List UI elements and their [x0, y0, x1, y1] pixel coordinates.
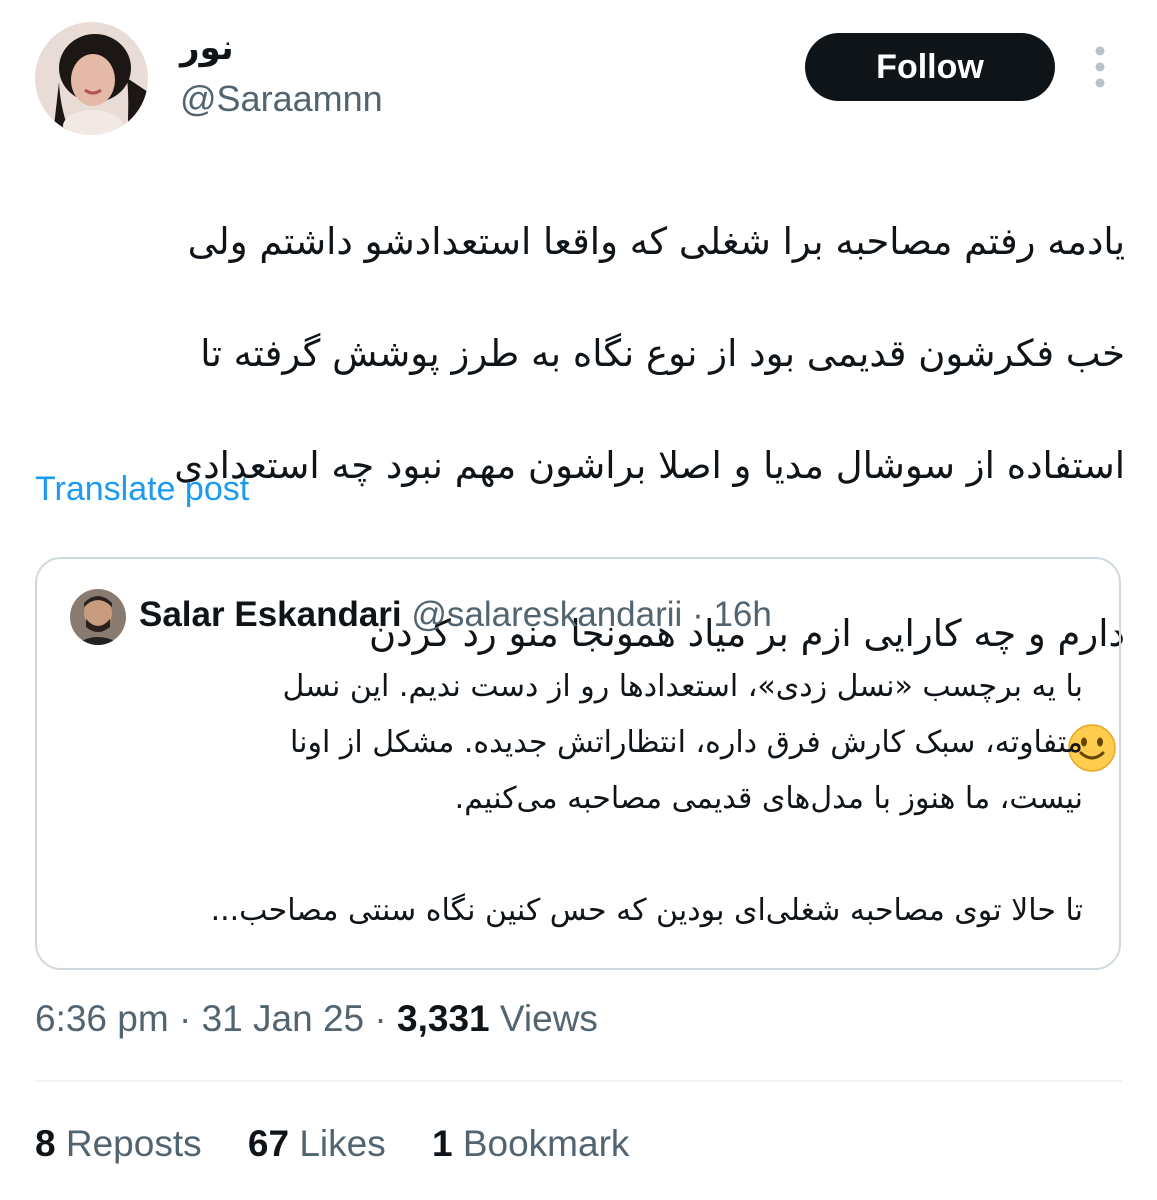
- quote-line: با یه برچسب «نسل زدی»، استعدادها رو از د…: [282, 669, 1084, 704]
- reposts-count: 8: [35, 1123, 56, 1164]
- quote-line: تا حالا توی مصاحبه شغلی‌ای بودین که حس ک…: [210, 893, 1083, 928]
- quote-author-name[interactable]: Salar Eskandari: [139, 595, 402, 634]
- quote-line: نیست، ما هنوز با مدل‌های قدیمی مصاحبه می…: [454, 781, 1083, 816]
- engagement-stats: 8 Reposts 67 Likes 1 Bookmark: [35, 1123, 665, 1165]
- quote-line: متفاوته، سبک کارش فرق داره، انتظاراتش جد…: [290, 725, 1083, 760]
- quote-paragraph-gap: [83, 827, 1083, 883]
- meta-separator: ·: [374, 998, 387, 1039]
- author-display-name[interactable]: نور: [180, 28, 234, 68]
- divider: [35, 1080, 1122, 1082]
- views-count: 3,331: [397, 998, 490, 1039]
- quote-text: با یه برچسب «نسل زدی»، استعدادها رو از د…: [83, 659, 1083, 939]
- quote-separator: ·: [692, 595, 704, 634]
- translate-post-link[interactable]: Translate post: [35, 470, 249, 509]
- quote-author-avatar[interactable]: [70, 589, 126, 645]
- more-vertical-icon[interactable]: [1088, 44, 1112, 90]
- meta-separator: ·: [178, 998, 192, 1039]
- post-time[interactable]: 6:36 pm: [35, 998, 169, 1039]
- reposts-label: Reposts: [65, 1123, 202, 1164]
- quote-author-handle[interactable]: @salareskandarii: [411, 595, 682, 634]
- likes-count: 67: [247, 1123, 290, 1164]
- quote-header: Salar Eskandari @salareskandarii · 16h: [139, 595, 772, 635]
- quoted-post-card[interactable]: Salar Eskandari @salareskandarii · 16h ب…: [35, 557, 1121, 970]
- post-meta: 6:36 pm · 31 Jan 25 · 3,331 Views: [35, 998, 598, 1040]
- author-handle[interactable]: @Saraamnn: [180, 78, 383, 120]
- follow-button[interactable]: Follow: [805, 33, 1055, 101]
- bookmarks-label: Bookmark: [462, 1123, 630, 1164]
- bookmarks-count: 1: [431, 1123, 453, 1164]
- post-line: یادمه رفتم مصاحبه برا شغلی که واقعا استع…: [187, 220, 1125, 263]
- reposts-stat[interactable]: 8 Reposts: [35, 1123, 212, 1164]
- post-line: خب فکرشون قدیمی بود از نوع نگاه به طرز پ…: [200, 332, 1125, 375]
- bookmarks-stat[interactable]: 1 Bookmark: [432, 1123, 629, 1164]
- likes-label: Likes: [299, 1123, 386, 1164]
- likes-stat[interactable]: 67 Likes: [248, 1123, 396, 1164]
- quote-time[interactable]: 16h: [713, 595, 771, 634]
- post-date[interactable]: 31 Jan 25: [202, 998, 365, 1039]
- author-avatar[interactable]: [35, 22, 148, 135]
- views-label: Views: [499, 998, 598, 1039]
